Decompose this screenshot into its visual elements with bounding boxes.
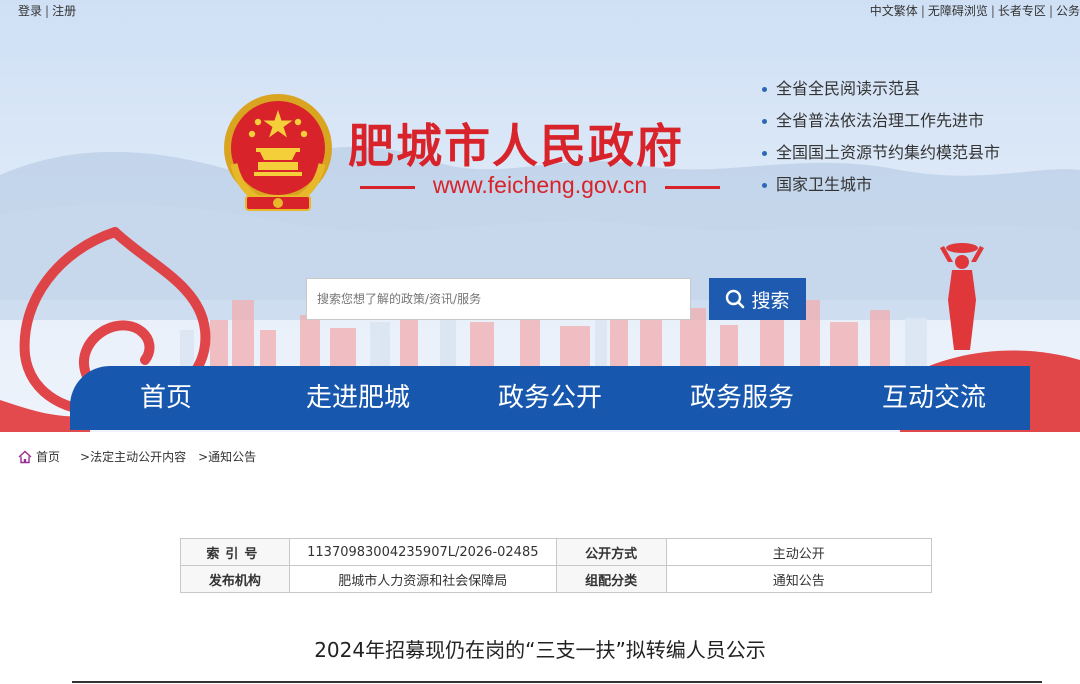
publisher-label: 发布机构 — [180, 565, 290, 593]
publisher-value: 肥城市人力资源和社会保障局 — [288, 565, 557, 593]
breadcrumb: 首页 >法定主动公开内容 >通知公告 — [18, 448, 256, 465]
search-button[interactable]: 搜索 — [709, 278, 806, 320]
decorative-line-right — [665, 186, 720, 189]
official-link[interactable]: 公务 — [1056, 4, 1080, 18]
account-links: 登录 | 注册 — [18, 4, 77, 18]
nav-item-gov-services[interactable]: 政务服务 — [646, 366, 838, 430]
article-title: 2024年招募现仍在岗的“三支一扶”拟转编人员公示 — [314, 638, 766, 662]
breadcrumb-notices[interactable]: >通知公告 — [198, 448, 256, 465]
search-input[interactable] — [306, 278, 691, 320]
decorative-line-left — [360, 186, 415, 189]
site-title: 肥城市人民政府 — [348, 119, 684, 173]
honor-item: 全省全民阅读示范县 — [762, 78, 1062, 110]
category-label: 组配分类 — [555, 565, 667, 593]
breadcrumb-legal-disclosure[interactable]: >法定主动公开内容 — [80, 448, 186, 465]
index-label: 索引号 — [180, 538, 290, 566]
elderly-zone-link[interactable]: 长者专区 — [998, 4, 1046, 18]
nav-item-interaction[interactable]: 互动交流 — [838, 366, 1030, 430]
home-icon — [18, 450, 32, 463]
main-nav: 首页 走进肥城 政务公开 政务服务 互动交流 — [70, 366, 1030, 430]
top-bar: 登录 | 注册 中文繁体 | 无障碍浏览 | 长者专区 | 公务 — [0, 0, 1080, 20]
site-url-row: www.feicheng.gov.cn — [360, 172, 720, 202]
site-header: 登录 | 注册 中文繁体 | 无障碍浏览 | 长者专区 | 公务 肥城市人民政府 www.fei… — [0, 0, 1080, 432]
document-info-table: 索引号 11370983004235907L/2026-02485 公开方式 主… — [180, 538, 933, 593]
category-value: 通知公告 — [665, 565, 933, 593]
method-value: 主动公开 — [665, 538, 933, 566]
nav-item-gov-disclosure[interactable]: 政务公开 — [454, 366, 646, 430]
nav-item-home[interactable]: 首页 — [70, 366, 262, 430]
nav-item-about-feicheng[interactable]: 走进肥城 — [262, 366, 454, 430]
title-divider — [72, 681, 1042, 683]
honors-list: 全省全民阅读示范县 全省普法依法治理工作先进市 全国国土资源节约集约模范县市 国… — [762, 78, 1062, 206]
table-row: 索引号 11370983004235907L/2026-02485 公开方式 主… — [180, 538, 933, 566]
national-emblem-icon — [224, 94, 332, 211]
search-icon — [726, 289, 745, 309]
site-url: www.feicheng.gov.cn — [432, 172, 648, 198]
index-value: 11370983004235907L/2026-02485 — [288, 538, 557, 566]
login-link[interactable]: 登录 — [18, 4, 42, 18]
utility-links: 中文繁体 | 无障碍浏览 | 长者专区 | 公务 — [869, 4, 1080, 18]
table-row: 发布机构 肥城市人力资源和社会保障局 组配分类 通知公告 — [180, 565, 933, 593]
honor-item: 全国国土资源节约集约模范县市 — [762, 142, 1062, 174]
honor-item: 国家卫生城市 — [762, 174, 1062, 206]
traditional-chinese-link[interactable]: 中文繁体 — [870, 4, 918, 18]
search-button-label: 搜索 — [751, 289, 790, 312]
register-link[interactable]: 注册 — [52, 4, 76, 18]
breadcrumb-home[interactable]: 首页 — [36, 448, 60, 465]
accessibility-link[interactable]: 无障碍浏览 — [928, 4, 988, 18]
method-label: 公开方式 — [555, 538, 667, 566]
honor-item: 全省普法依法治理工作先进市 — [762, 110, 1062, 142]
